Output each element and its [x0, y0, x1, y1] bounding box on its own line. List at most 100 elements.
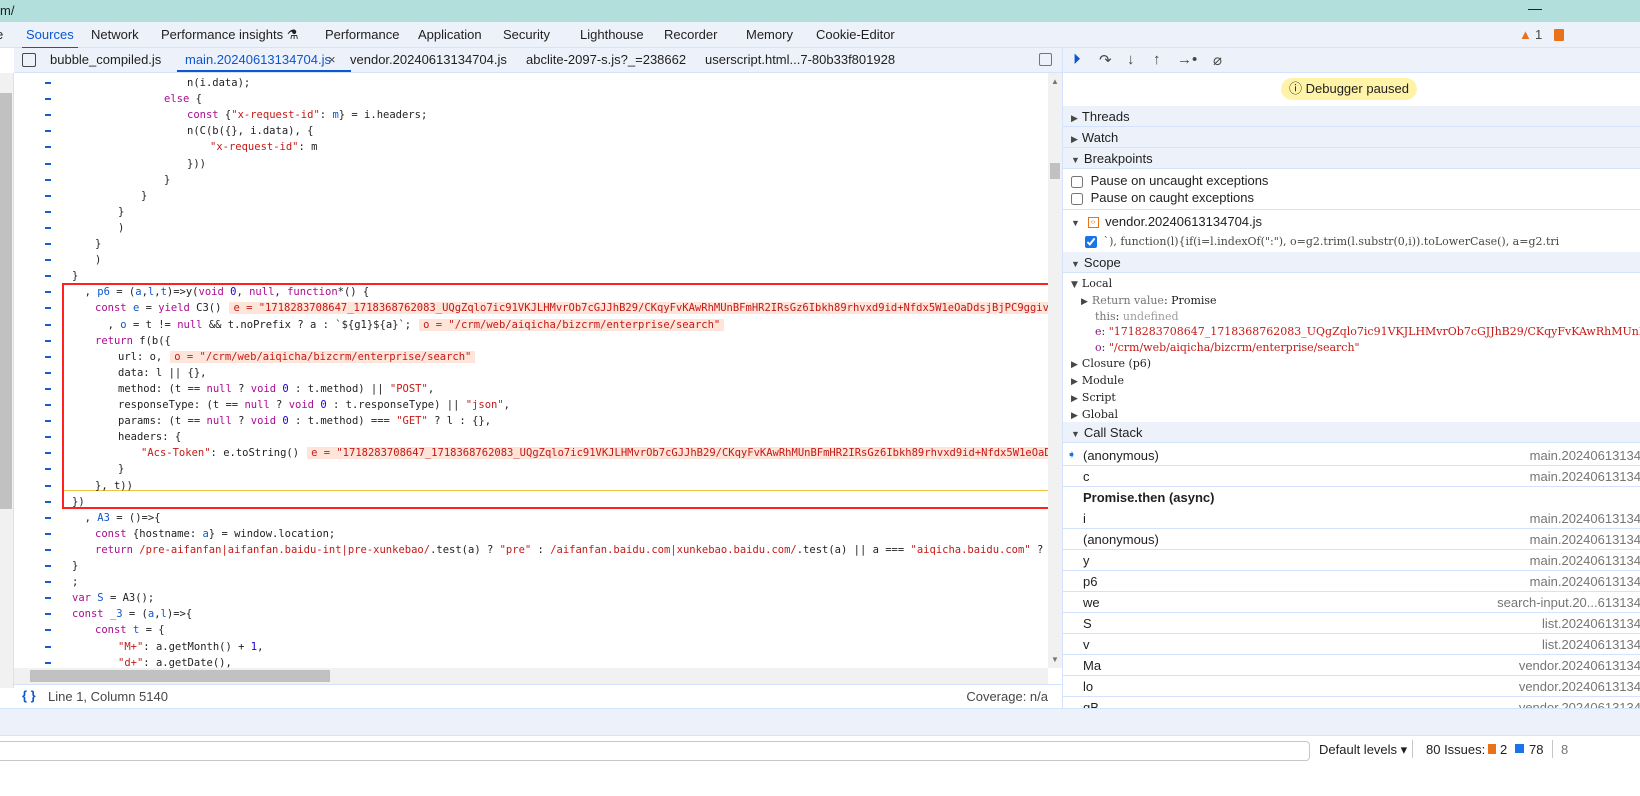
- warning-triangle-icon[interactable]: ▲: [1519, 27, 1532, 42]
- step-over-icon[interactable]: ↷: [1099, 51, 1112, 69]
- line-gutter-marker[interactable]: [45, 468, 51, 471]
- line-gutter-marker[interactable]: [45, 146, 51, 149]
- tab-network[interactable]: Network: [91, 27, 139, 42]
- scroll-down-arrow-icon[interactable]: ▼: [1051, 655, 1059, 664]
- line-gutter-marker[interactable]: [45, 355, 51, 358]
- pause-uncaught-row[interactable]: Pause on uncaught exceptions: [1071, 173, 1640, 188]
- scope-closure[interactable]: ▶ Closure (p6): [1071, 357, 1640, 370]
- tab-security[interactable]: Security: [503, 27, 550, 42]
- line-gutter-marker[interactable]: [45, 210, 51, 213]
- pretty-print-icon[interactable]: { }: [22, 688, 36, 703]
- call-stack-frame[interactable]: c main.20240613134: [1063, 466, 1640, 487]
- line-gutter-marker[interactable]: [45, 484, 51, 487]
- scope-global[interactable]: ▶ Global: [1071, 408, 1640, 421]
- line-gutter-marker[interactable]: [45, 307, 51, 310]
- breakpoint-row[interactable]: `), function(l){if(i=l.indexOf(":"), o=g…: [1085, 233, 1640, 248]
- section-breakpoints[interactable]: ▼ Breakpoints: [1063, 148, 1640, 169]
- line-gutter-marker[interactable]: [45, 516, 51, 519]
- line-gutter-marker[interactable]: [45, 613, 51, 616]
- pause-caught-checkbox[interactable]: [1071, 192, 1083, 205]
- editor-vertical-scroll-thumb[interactable]: [1050, 163, 1060, 179]
- line-gutter-marker[interactable]: [45, 404, 51, 406]
- editor-horizontal-scrollbar[interactable]: [14, 668, 1048, 684]
- line-gutter-marker[interactable]: [45, 82, 51, 84]
- issues-info-count[interactable]: 78: [1529, 742, 1543, 757]
- line-gutter-marker[interactable]: [45, 226, 51, 229]
- resume-icon[interactable]: ⏵: [1073, 51, 1081, 68]
- line-gutter-marker[interactable]: [45, 645, 51, 648]
- section-threads[interactable]: ▶ Threads: [1063, 106, 1640, 127]
- frame-location-link[interactable]: main.20240613134: [1530, 508, 1640, 529]
- frame-location-link[interactable]: main.20240613134: [1530, 550, 1640, 571]
- call-stack-frame[interactable]: Promise.then (async): [1063, 487, 1640, 508]
- scope-script[interactable]: ▶ Script: [1071, 391, 1640, 404]
- editor-horizontal-scroll-thumb[interactable]: [30, 670, 330, 682]
- line-gutter-marker[interactable]: [45, 500, 51, 503]
- line-gutter-marker[interactable]: [45, 629, 51, 632]
- section-scope[interactable]: ▼ Scope: [1063, 252, 1640, 273]
- step-out-icon[interactable]: ↑: [1153, 51, 1161, 68]
- file-tab-abclite[interactable]: abclite-2097-s.js?_=238662: [526, 52, 686, 67]
- line-gutter-marker[interactable]: [45, 130, 51, 133]
- line-gutter-marker[interactable]: [45, 548, 51, 551]
- close-tab-icon[interactable]: ×: [328, 52, 336, 67]
- tab-sources[interactable]: Sources: [22, 27, 78, 49]
- line-gutter-marker[interactable]: [45, 387, 51, 390]
- tab-elements-partial[interactable]: e: [0, 27, 3, 42]
- scope-return-value[interactable]: ▶ Return value: Promise: [1081, 294, 1640, 307]
- call-stack-frame[interactable]: Ma vendor.20240613134: [1063, 655, 1640, 676]
- call-stack-frame[interactable]: lo vendor.20240613134: [1063, 676, 1640, 697]
- line-gutter-marker[interactable]: [45, 114, 51, 117]
- log-levels-dropdown[interactable]: Default levels ▾: [1319, 742, 1407, 758]
- breakpoint-checkbox[interactable]: [1085, 235, 1097, 248]
- tab-cookie-editor[interactable]: Cookie-Editor: [816, 27, 895, 42]
- file-tab-main[interactable]: main.20240613134704.js: [176, 52, 352, 72]
- file-tab-vendor[interactable]: vendor.20240613134704.js: [350, 52, 507, 67]
- frame-location-link[interactable]: main.20240613134: [1530, 445, 1640, 466]
- tab-performance-insights[interactable]: Performance insights ⚗: [161, 27, 298, 43]
- frame-location-link[interactable]: main.20240613134: [1530, 571, 1640, 592]
- call-stack-frame[interactable]: y main.20240613134: [1063, 550, 1640, 571]
- tab-lighthouse[interactable]: Lighthouse: [580, 27, 644, 42]
- line-gutter-marker[interactable]: [45, 565, 51, 567]
- tab-memory[interactable]: Memory: [746, 27, 793, 42]
- call-stack-frame[interactable]: ➧ (anonymous) main.20240613134: [1063, 445, 1640, 466]
- call-stack-frame[interactable]: we search-input.20...613134: [1063, 592, 1640, 613]
- frame-location-link[interactable]: vendor.20240613134: [1519, 676, 1640, 697]
- warnings-count[interactable]: 1: [1535, 27, 1542, 42]
- frame-location-link[interactable]: search-input.20...613134: [1497, 592, 1640, 613]
- frame-location-link[interactable]: main.20240613134: [1530, 529, 1640, 550]
- line-gutter-marker[interactable]: [45, 532, 51, 535]
- section-watch[interactable]: ▶ Watch: [1063, 127, 1640, 148]
- file-tab-userscript[interactable]: userscript.html...7-80b33f801928: [705, 52, 895, 67]
- call-stack-frame[interactable]: Slist.20240613134: [1063, 613, 1640, 634]
- line-gutter-marker[interactable]: [45, 178, 51, 181]
- call-stack-frame[interactable]: p6 main.20240613134: [1063, 571, 1640, 592]
- scope-var-e[interactable]: e: "1718283708647_1718368762083_UQgZqlo7…: [1095, 325, 1640, 338]
- line-gutter-marker[interactable]: [45, 371, 51, 374]
- call-stack-frame[interactable]: gB vendor.20240613134: [1063, 697, 1640, 708]
- toggle-navigator-icon[interactable]: [22, 53, 36, 67]
- tab-application[interactable]: Application: [418, 27, 482, 42]
- pause-caught-row[interactable]: Pause on caught exceptions: [1071, 190, 1640, 205]
- navigator-scrollbar[interactable]: [0, 73, 14, 688]
- line-gutter-marker[interactable]: [45, 243, 51, 245]
- line-gutter-marker[interactable]: [45, 597, 51, 600]
- file-tab-bubble-compiled[interactable]: bubble_compiled.js: [50, 52, 161, 67]
- line-gutter-marker[interactable]: [45, 275, 51, 278]
- call-stack-frame[interactable]: (anonymous) main.20240613134: [1063, 529, 1640, 550]
- breakpoint-file-row[interactable]: ▼ ‹› vendor.20240613134704.js: [1071, 214, 1640, 229]
- editor-vertical-scrollbar[interactable]: ▲ ▼: [1048, 73, 1062, 668]
- toggle-debugger-sidebar-icon[interactable]: [1039, 53, 1052, 66]
- tab-performance[interactable]: Performance: [325, 27, 399, 42]
- tab-recorder[interactable]: Recorder: [664, 27, 717, 42]
- call-stack-frame[interactable]: v list.20240613134: [1063, 634, 1640, 655]
- scroll-up-arrow-icon[interactable]: ▲: [1051, 77, 1059, 86]
- line-gutter-marker[interactable]: [45, 194, 51, 197]
- line-gutter-marker[interactable]: [45, 323, 51, 326]
- step-icon[interactable]: →•: [1177, 51, 1197, 68]
- issues-label[interactable]: 80 Issues:: [1426, 742, 1485, 757]
- scope-module[interactable]: ▶ Module: [1071, 374, 1640, 387]
- code-editor[interactable]: n(i.data); else {const {"x-request-id": m…: [14, 73, 1048, 668]
- line-gutter-marker[interactable]: [45, 291, 51, 294]
